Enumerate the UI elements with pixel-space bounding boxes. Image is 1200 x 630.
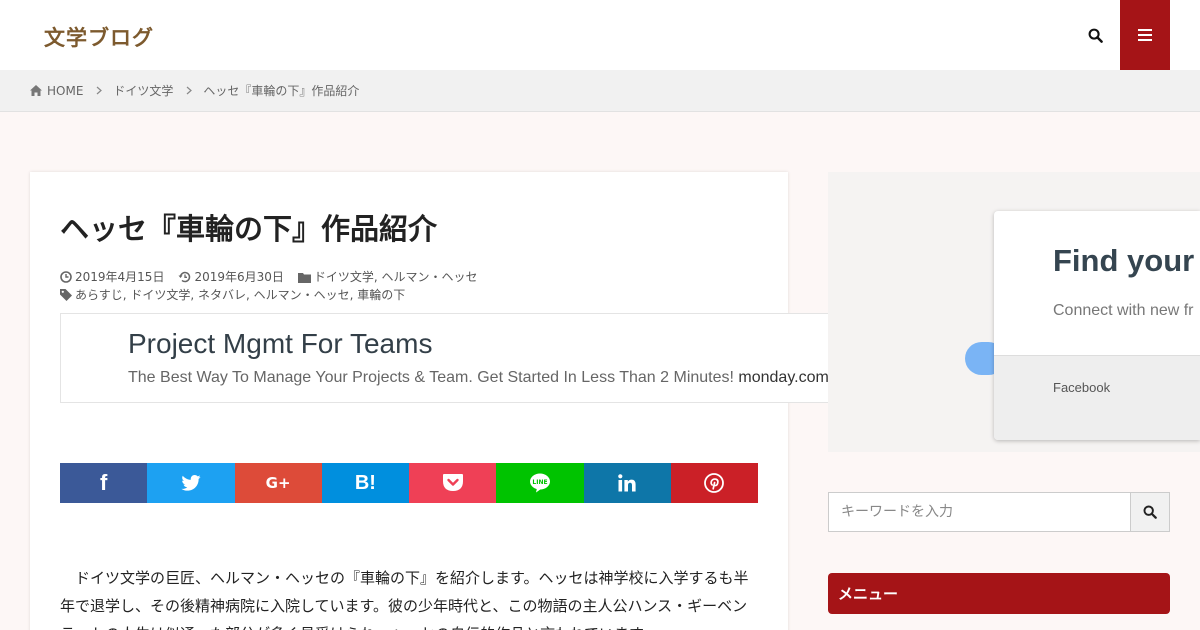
- ad-title[interactable]: Project Mgmt For Teams: [128, 328, 432, 360]
- share-pocket-button[interactable]: [409, 463, 497, 503]
- sidebar-menu-heading: メニュー: [828, 573, 1170, 614]
- breadcrumb-category[interactable]: ドイツ文学: [113, 82, 173, 99]
- svg-text:LINE: LINE: [532, 479, 547, 486]
- share-linkedin-button[interactable]: [583, 463, 671, 503]
- history-icon: [178, 271, 191, 283]
- chevron-right-icon: [186, 86, 193, 95]
- updated-date: 2019年6月30日: [178, 268, 284, 286]
- site-header: 文学ブログ: [0, 0, 1200, 70]
- folder-icon: [297, 272, 311, 283]
- chevron-right-icon: [96, 86, 103, 95]
- article-meta: 2019年4月15日 2019年6月30日 ドイツ文学, ヘルマン・ヘッセ あら…: [60, 268, 492, 304]
- breadcrumb: HOME ドイツ文学 ヘッセ『車輪の下』作品紹介: [0, 70, 1200, 112]
- ad-banner[interactable]: Project Mgmt For Teams The Best Way To M…: [60, 313, 830, 403]
- article-categories[interactable]: ドイツ文学, ヘルマン・ヘッセ: [297, 268, 478, 286]
- line-icon: LINE: [529, 473, 550, 493]
- sidebar-search-input[interactable]: [828, 492, 1130, 532]
- google-plus-icon: G+: [265, 474, 291, 492]
- facebook-ad-card[interactable]: Find your c Connect with new fr Facebook: [994, 211, 1200, 440]
- published-date: 2019年4月15日: [60, 268, 164, 286]
- ad-description: The Best Way To Manage Your Projects & T…: [128, 369, 829, 386]
- search-icon: [1143, 505, 1157, 519]
- article-tags[interactable]: あらすじ, ドイツ文学, ネタバレ, ヘルマン・ヘッセ, 車輪の下: [60, 286, 405, 304]
- share-gplus-button[interactable]: G+: [234, 463, 322, 503]
- facebook-ad-subtitle: Connect with new fr: [1053, 302, 1194, 319]
- hamburger-icon: [1138, 29, 1152, 41]
- home-icon: [30, 85, 42, 96]
- article-body: ドイツ文学の巨匠、ヘルマン・ヘッセの『車輪の下』を紹介します。ヘッセは神学校に入…: [60, 569, 749, 630]
- facebook-icon: f: [99, 470, 108, 495]
- header-menu-button[interactable]: [1120, 0, 1170, 70]
- header-search-button[interactable]: [1076, 16, 1114, 54]
- sidebar-search: [828, 492, 1170, 532]
- share-facebook-button[interactable]: f: [60, 463, 148, 503]
- share-bar: f G+ B! LINE: [60, 463, 758, 503]
- share-twitter-button[interactable]: [147, 463, 235, 503]
- linkedin-icon: [618, 474, 636, 492]
- tag-icon: [60, 289, 72, 301]
- clock-icon: [60, 271, 72, 283]
- share-hatena-button[interactable]: B!: [321, 463, 409, 503]
- facebook-ad-title: Find your c: [1053, 243, 1200, 278]
- pocket-icon: [442, 474, 463, 491]
- breadcrumb-home[interactable]: HOME: [30, 84, 83, 98]
- ad-domain[interactable]: monday.com: [738, 369, 828, 386]
- facebook-ad-footer: Facebook: [994, 355, 1200, 440]
- share-line-button[interactable]: LINE: [496, 463, 584, 503]
- twitter-icon: [181, 475, 201, 491]
- breadcrumb-current: ヘッセ『車輪の下』作品紹介: [203, 84, 360, 98]
- search-icon: [1088, 28, 1103, 43]
- share-pinterest-button[interactable]: [670, 463, 758, 503]
- hatena-icon: B!: [354, 471, 376, 494]
- pinterest-icon: [704, 473, 725, 493]
- site-logo[interactable]: 文学ブログ: [44, 22, 154, 52]
- sidebar-search-button[interactable]: [1130, 492, 1170, 532]
- facebook-ad-brand: Facebook: [1053, 380, 1111, 395]
- article-title: ヘッセ『車輪の下』作品紹介: [60, 212, 438, 246]
